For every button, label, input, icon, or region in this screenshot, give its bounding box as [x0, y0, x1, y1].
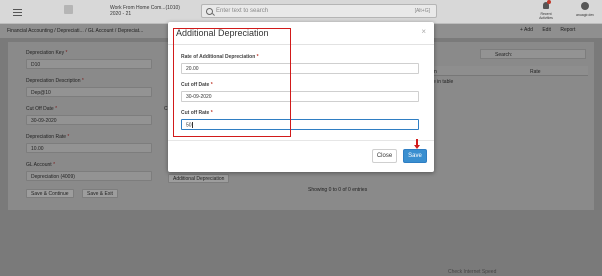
edit-button[interactable]: Edit — [542, 27, 551, 33]
annotation-arrow-icon — [414, 139, 420, 149]
save-button[interactable]: Save — [403, 149, 427, 163]
depr-key-input[interactable]: D10 — [26, 59, 152, 69]
company-selector[interactable]: Work From Home Com...(1010) 2020 - 21 — [110, 5, 180, 17]
annotation-highlight-box — [173, 28, 291, 137]
check-internet-speed-link[interactable]: Check Internet Speed — [448, 269, 496, 275]
breadcrumb[interactable]: Financial Accounting / Depreciati... / G… — [7, 28, 143, 34]
close-button[interactable]: Close — [372, 149, 397, 163]
cutoff-date-label: Cut Off Date * — [26, 106, 58, 112]
save-continue-button[interactable]: Save & Continue — [26, 189, 74, 198]
depr-desc-input[interactable]: Dep@10 — [26, 87, 152, 97]
additional-depreciation-button[interactable]: Additional Depreciation — [168, 174, 230, 183]
top-bar: Work From Home Com...(1010) 2020 - 21 En… — [0, 0, 602, 24]
table-col-rate[interactable]: Rate — [530, 69, 541, 75]
depr-key-label: Depreciation Key * — [26, 50, 68, 56]
cutoff-date-input[interactable]: 30-09-2020 — [26, 115, 152, 125]
report-button[interactable]: Report — [560, 27, 575, 33]
action-toolbar: + Add Edit Report — [520, 27, 583, 33]
fiscal-year: 2020 - 21 — [110, 11, 132, 17]
company-logo — [64, 5, 73, 14]
table-search-input[interactable]: Search: — [480, 49, 586, 59]
global-search[interactable]: Enter text to search [Alt+G] — [201, 4, 437, 18]
depr-desc-label: Depreciation Description * — [26, 78, 84, 84]
user-avatar-icon — [581, 2, 589, 10]
modal-footer-divider — [168, 140, 434, 141]
menu-icon[interactable] — [13, 9, 22, 16]
close-icon[interactable]: × — [421, 27, 426, 36]
add-button[interactable]: + Add — [520, 27, 533, 33]
user-name: anuagir.dev — [575, 13, 595, 17]
recent-activities[interactable]: Recent Activities — [535, 0, 557, 20]
recent-activities-label: Recent Activities — [539, 12, 553, 20]
search-icon — [206, 8, 213, 15]
search-placeholder: Enter text to search — [216, 8, 269, 14]
bell-icon — [543, 0, 551, 9]
gl-account-select[interactable]: Depreciation (4009) — [26, 171, 152, 181]
user-menu[interactable]: anuagir.dev — [572, 2, 598, 17]
depr-rate-label: Depreciation Rate * — [26, 134, 70, 140]
save-exit-button[interactable]: Save & Exit — [82, 189, 118, 198]
gl-account-label: GL Account * — [26, 162, 56, 168]
entries-info: Showing 0 to 0 of 0 entries — [308, 187, 368, 193]
table-header: ation Rate — [416, 66, 588, 76]
depr-rate-input[interactable]: 10.00 — [26, 143, 152, 153]
search-shortcut: [Alt+G] — [414, 8, 430, 14]
